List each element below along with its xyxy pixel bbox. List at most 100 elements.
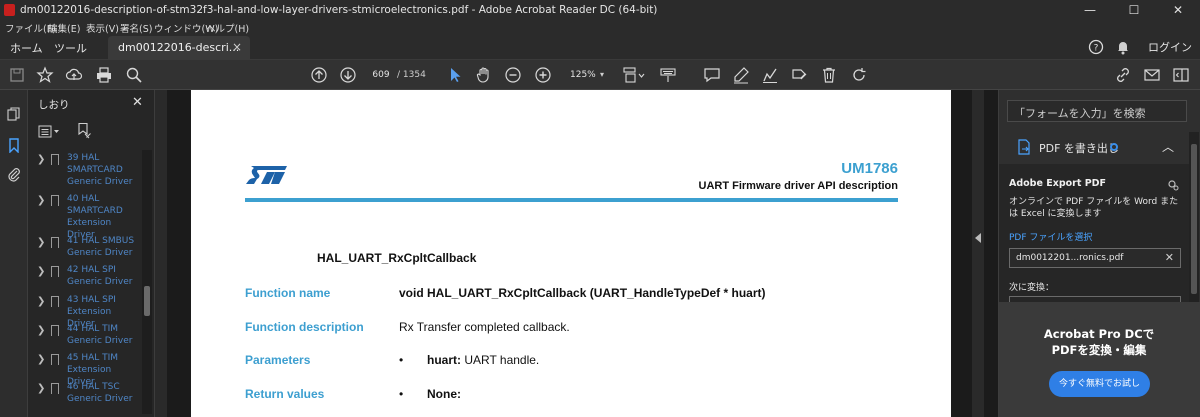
acrobat-app-icon [4,4,15,16]
scrollbar-thumb[interactable] [1191,144,1197,294]
close-tab-icon[interactable]: × [232,40,242,54]
export-description: オンラインで PDF ファイルを Word または Excel に変換します [1009,197,1179,219]
minimize-button[interactable]: — [1068,0,1112,20]
export-pdf-icon [1017,139,1031,155]
bookmark-label[interactable]: 41 HAL SMBUS Generic Driver [67,235,141,259]
tab-home[interactable]: ホーム [10,40,43,56]
draw-icon[interactable] [761,66,779,84]
acrobat-pro-promo: Acrobat Pro DCで PDFを変換・編集 今すぐ無料でお試し [999,302,1200,417]
comment-icon[interactable] [703,66,721,84]
menu-edit[interactable]: 編集(E) [48,21,80,35]
selected-file-field[interactable]: dm0012201...ronics.pdf ✕ [1009,248,1181,268]
menu-view[interactable]: 表示(V) [86,21,119,35]
chevron-right-icon[interactable]: ❯ [37,325,45,336]
document-scrollbar[interactable] [972,90,984,417]
st-logo [245,162,291,188]
hand-tool-icon[interactable] [475,66,493,84]
chevron-right-icon[interactable]: ❯ [37,354,45,365]
bookmark-label[interactable]: 39 HAL SMARTCARD Generic Driver [67,152,141,188]
return-values-label: Return values [245,387,325,401]
menu-help[interactable]: ヘルプ(H) [206,21,249,35]
cloud-upload-icon[interactable] [65,66,83,84]
share-link-icon[interactable] [1114,66,1132,84]
save-icon[interactable] [8,66,26,84]
promo-text: Acrobat Pro DCで PDFを変換・編集 [1029,326,1169,358]
bookmark-star-icon[interactable] [36,66,54,84]
scrollbar-thumb[interactable] [144,286,150,316]
clear-file-icon[interactable]: ✕ [1165,251,1174,264]
help-icon[interactable]: ? [1088,39,1104,55]
bookmark-label[interactable]: 40 HAL SMARTCARD Extension Driver [67,193,141,241]
chevron-right-icon[interactable]: ❯ [37,383,45,394]
bookmarks-panel: しおり ✕ ❯ 39 HAL SMARTCARD Generic Driver … [28,90,155,417]
bookmarks-panel-icon[interactable] [6,137,22,154]
chevron-up-icon[interactable]: ︿ [1162,138,1174,155]
login-button[interactable]: ログイン [1148,39,1192,55]
tab-document[interactable]: dm00122016-descri... × [108,36,250,60]
page-number-input[interactable]: 609 [366,66,396,84]
close-window-button[interactable]: ✕ [1156,0,1200,20]
chevron-right-icon[interactable]: ❯ [37,266,45,277]
document-subtitle: UART Firmware driver API description [698,180,898,192]
chevron-right-icon[interactable]: ❯ [37,237,45,248]
keyboard-icon[interactable] [659,66,677,84]
print-icon[interactable] [95,66,113,84]
next-page-icon[interactable] [339,66,357,84]
svg-text:?: ? [1094,44,1099,54]
page-thumbnails-icon[interactable] [6,106,22,122]
select-cursor-icon[interactable] [446,66,464,84]
close-panel-icon[interactable]: ✕ [132,95,143,110]
email-icon[interactable] [1143,66,1161,84]
document-tab-label: dm00122016-descri... [118,41,240,54]
collapse-pane-icon[interactable] [975,233,981,243]
notification-bell-icon[interactable] [1116,39,1130,55]
previous-page-icon[interactable] [310,66,328,84]
param-name: huart: [427,353,461,367]
bookmark-icon [51,195,59,206]
right-pane-scrollbar[interactable] [1189,132,1199,302]
settings-gear-icon[interactable] [1167,176,1179,191]
menu-sign[interactable]: 署名(S) [120,21,152,35]
bookmarks-scrollbar[interactable] [142,150,152,414]
chevron-down-icon: ▾ [599,70,604,79]
zoom-out-icon[interactable] [504,66,522,84]
search-icon[interactable] [125,66,143,84]
main-toolbar: 609 / 1354 125% ▾ [0,60,1200,90]
convert-to-label: 次に変換： [1009,283,1055,293]
acrobat-window: dm00122016-description-of-stm32f3-hal-an… [0,0,1200,417]
zoom-in-icon[interactable] [534,66,552,84]
tab-tools[interactable]: ツール [54,40,87,56]
bookmark-options-icon[interactable] [38,124,62,138]
tools-search-input[interactable]: 「フォームを入力」を検索 [1007,100,1187,122]
bookmark-icon [51,154,59,165]
param-description: UART handle. [461,353,540,367]
export-pdf-body: Adobe Export PDF オンラインで PDF ファイルを Word ま… [999,164,1189,302]
function-name-label: Function name [245,286,331,300]
attachments-icon[interactable] [6,166,22,182]
chevron-right-icon[interactable]: ❯ [37,154,45,165]
add-bookmark-icon[interactable] [76,122,92,139]
fill-sign-icon[interactable] [790,66,808,84]
bookmark-icon [51,237,59,248]
bookmark-label[interactable]: 46 HAL TSC Generic Driver [67,381,141,405]
maximize-button[interactable]: ☐ [1112,0,1156,20]
document-viewport[interactable]: UM1786 UART Firmware driver API descript… [155,90,998,417]
pdf-page: UM1786 UART Firmware driver API descript… [191,90,951,417]
rotate-icon[interactable] [850,66,868,84]
search-placeholder: 「フォームを入力」を検索 [1014,107,1146,120]
page-display-icon[interactable] [622,66,646,84]
bookmark-label[interactable]: 42 HAL SPI Generic Driver [67,264,141,288]
sidebar-toggle-icon[interactable] [1172,66,1190,84]
bookmark-label[interactable]: 44 HAL TIM Generic Driver [67,323,141,347]
zoom-select[interactable]: 125% ▾ [564,66,608,84]
left-gutter [155,90,167,417]
delete-icon[interactable] [820,66,838,84]
chevron-right-icon[interactable]: ❯ [37,296,45,307]
export-service-title: Adobe Export PDF [1009,178,1107,189]
chevron-right-icon[interactable]: ❯ [37,195,45,206]
zoom-value: 125% [570,70,596,80]
free-trial-button[interactable]: 今すぐ無料でお試し [1049,371,1150,397]
highlight-pen-icon[interactable] [732,66,750,84]
select-pdf-link[interactable]: PDF ファイルを選択 [1009,230,1092,243]
export-pdf-header[interactable]: PDF を書き出し ︿ [999,132,1189,162]
